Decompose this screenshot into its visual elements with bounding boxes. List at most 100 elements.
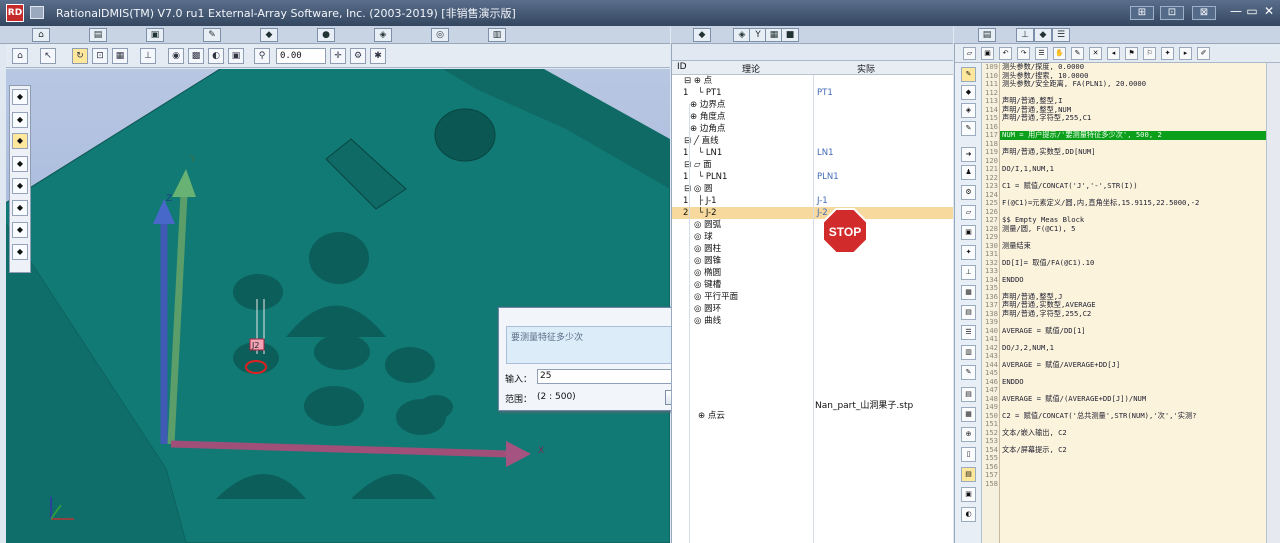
probe-circle-icon[interactable]: ◆ xyxy=(12,200,28,216)
code-line[interactable]: C1 = 赋值/CONCAT('J','-',STR(I)) xyxy=(1000,181,1280,191)
table-icon[interactable]: ▦ xyxy=(961,407,976,422)
code-line[interactable] xyxy=(1000,471,1280,480)
section-icon[interactable]: ◐ xyxy=(208,48,224,64)
open-icon[interactable]: ▱ xyxy=(963,47,976,60)
tab-probe-icon[interactable]: ● xyxy=(317,28,335,42)
list-icon[interactable]: ☰ xyxy=(1035,47,1048,60)
code-line[interactable] xyxy=(1000,369,1280,378)
machine-icon[interactable]: ▣ xyxy=(961,225,976,240)
code-area[interactable]: 测头参数/探度, 0.0000 测头参数/搜索, 10.0000 测头参数/安全距离… xyxy=(1000,63,1280,543)
close-button[interactable]: ✕ xyxy=(1258,2,1280,20)
form-icon[interactable]: ▤ xyxy=(961,387,976,402)
code-line[interactable]: C2 = 赋值/CONCAT('总共测量',STR(NUM),'次','实测? xyxy=(1000,411,1280,421)
fit-view-icon[interactable]: ▦ xyxy=(112,48,128,64)
probe-active-icon[interactable]: ◆ xyxy=(12,133,28,149)
save-icon[interactable]: ▣ xyxy=(981,47,994,60)
eye-icon[interactable]: ◉ xyxy=(168,48,184,64)
editor-scrollbar[interactable] xyxy=(1266,63,1280,543)
active-page-icon[interactable]: ▤ xyxy=(961,467,976,482)
report-icon[interactable]: ▥ xyxy=(961,345,976,360)
bookmark-icon[interactable]: ⚐ xyxy=(1143,47,1156,60)
settings-icon[interactable]: ✱ xyxy=(370,48,386,64)
tab-shield-icon[interactable]: ◆ xyxy=(1034,28,1052,42)
color-icon[interactable]: ▩ xyxy=(188,48,204,64)
code-line[interactable]: F(@C1)=元素定义/圆,内,直角坐标,15.9115,22.5000,-2 xyxy=(1000,198,1280,208)
probe-point-icon[interactable]: ◆ xyxy=(12,89,28,105)
toolbar-toggle-button-2[interactable]: ⊡ xyxy=(1160,6,1184,20)
pen-icon[interactable]: ✐ xyxy=(1197,47,1210,60)
system-menu-icon[interactable] xyxy=(30,6,44,19)
rotate-icon[interactable]: ↻ xyxy=(72,48,88,64)
note-icon[interactable]: ✎ xyxy=(961,121,976,136)
code-line[interactable] xyxy=(1000,463,1280,472)
tab-measure-icon[interactable]: ◎ xyxy=(431,28,449,42)
code-line[interactable]: 声明/普通,实数型,DD[NUM] xyxy=(1000,147,1280,157)
zoom-value-input[interactable]: 0.00 xyxy=(276,48,326,64)
home-view-icon[interactable]: ⌂ xyxy=(12,48,28,64)
calc-icon[interactable]: ▦ xyxy=(961,285,976,300)
code-line[interactable] xyxy=(1000,480,1280,489)
crosshair-icon[interactable]: ✛ xyxy=(330,48,346,64)
tree-item-pointcloud[interactable]: ⊕ 点云 xyxy=(672,410,953,422)
step-arrow-icon[interactable]: ➜ xyxy=(961,147,976,162)
cad-viewport[interactable]: Z Y X J2 xyxy=(6,69,670,543)
tab-document-icon[interactable]: ▤ xyxy=(89,28,107,42)
code-line[interactable]: 测量/圆, F(@C1), 5 xyxy=(1000,224,1280,234)
code-line[interactable]: NUM = 用户提示/'要测量特征多少次', 500, 2 xyxy=(1000,130,1280,140)
code-line[interactable]: AVERAGE = 赋值/AVERAGE+DD[J] xyxy=(1000,360,1280,370)
code-line[interactable]: DD[I]= 取值/FA(@C1).10 xyxy=(1000,258,1280,268)
page-icon[interactable]: ▯ xyxy=(961,447,976,462)
probe-edge-icon[interactable]: ◆ xyxy=(12,112,28,128)
code-line[interactable]: 声明/普通,字符型,255,C1 xyxy=(1000,113,1280,123)
code-line[interactable]: ENDDO xyxy=(1000,275,1280,285)
hand-icon[interactable]: ✋ xyxy=(1053,47,1066,60)
code-line[interactable] xyxy=(1000,233,1280,242)
delete-icon[interactable]: ✕ xyxy=(1089,47,1102,60)
layers-icon[interactable]: ◈ xyxy=(961,103,976,118)
zoom-window-icon[interactable]: ⊡ xyxy=(92,48,108,64)
code-line[interactable]: ENDDO xyxy=(1000,377,1280,387)
toolbar-toggle-button-1[interactable]: ⊞ xyxy=(1130,6,1154,20)
compare-icon[interactable]: ◐ xyxy=(961,507,976,522)
back-icon[interactable]: ◂ xyxy=(1107,47,1120,60)
insert-icon[interactable]: ⊕ xyxy=(961,427,976,442)
print-icon[interactable]: ▣ xyxy=(961,487,976,502)
code-line[interactable]: AVERAGE = 赋值/(AVERAGE+DD[J])/NUM xyxy=(1000,394,1280,404)
select-arrow-icon[interactable]: ↖ xyxy=(40,48,56,64)
tab-camera-icon[interactable]: ■ xyxy=(781,28,799,42)
probe-cone-icon[interactable]: ◆ xyxy=(12,244,28,260)
code-line[interactable]: 测量结束 xyxy=(1000,241,1280,251)
tool-icon[interactable]: ⚙ xyxy=(961,185,976,200)
tab-home-icon[interactable]: ⌂ xyxy=(32,28,50,42)
code-line[interactable]: DO/J,2,NUM,1 xyxy=(1000,343,1280,353)
edit-note-icon[interactable]: ✎ xyxy=(961,365,976,380)
probe-cylinder-icon[interactable]: ◆ xyxy=(12,222,28,238)
measure-icon[interactable]: ▣ xyxy=(228,48,244,64)
code-line[interactable] xyxy=(1000,267,1280,276)
list-view-icon[interactable]: ☰ xyxy=(961,325,976,340)
code-line[interactable]: 文本/嵌入输出, C2 xyxy=(1000,428,1280,438)
move-icon[interactable]: ◆ xyxy=(961,85,976,100)
code-line[interactable]: AVERAGE = 赋值/DD[1] xyxy=(1000,326,1280,336)
pin-icon[interactable]: ✦ xyxy=(1161,47,1174,60)
toolbar-toggle-button-3[interactable]: ⊠ xyxy=(1192,6,1216,20)
tab-list-icon[interactable]: ☰ xyxy=(1052,28,1070,42)
tab-flow-icon[interactable]: ⊥ xyxy=(1016,28,1034,42)
tab-part-icon[interactable]: ◆ xyxy=(693,28,711,42)
pointer-icon[interactable]: ✦ xyxy=(961,245,976,260)
code-line[interactable] xyxy=(1000,454,1280,463)
run-icon[interactable]: ▸ xyxy=(1179,47,1192,60)
tab-layer-icon[interactable]: ◈ xyxy=(374,28,392,42)
probe-line-icon[interactable]: ◆ xyxy=(12,156,28,172)
datum-icon[interactable]: ⊥ xyxy=(961,265,976,280)
stylus-icon[interactable]: ♟ xyxy=(961,165,976,180)
tab-tools-icon[interactable]: ✎ xyxy=(203,28,221,42)
code-line[interactable]: DO/I,1,NUM,1 xyxy=(1000,164,1280,174)
tab-window-icon[interactable]: ▣ xyxy=(146,28,164,42)
axis-icon[interactable]: ⊥ xyxy=(140,48,156,64)
app-logo-icon[interactable]: RD xyxy=(6,4,24,22)
undo-icon[interactable]: ↶ xyxy=(999,47,1012,60)
tab-feature-icon[interactable]: ◆ xyxy=(260,28,278,42)
plane-icon[interactable]: ▱ xyxy=(961,205,976,220)
tab-report-icon[interactable]: ▥ xyxy=(488,28,506,42)
